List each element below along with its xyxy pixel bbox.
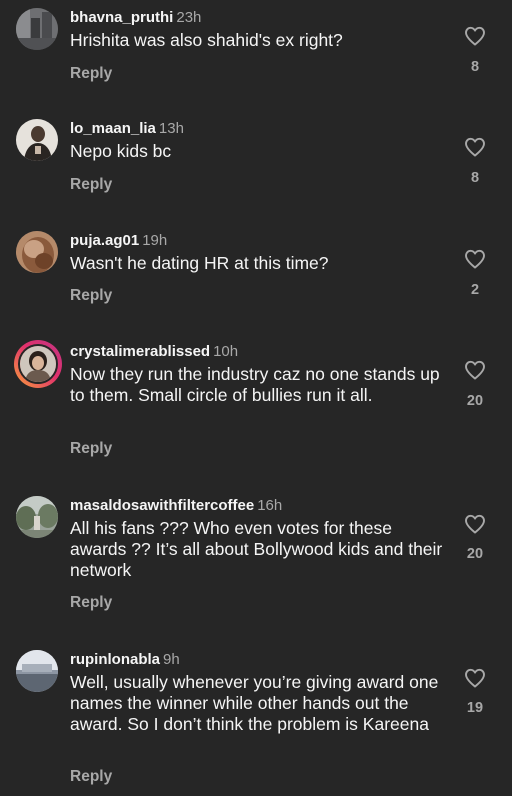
comment-text: Nepo kids bc (70, 141, 172, 161)
avatar-image (16, 8, 58, 50)
like-count: 8 (470, 59, 480, 75)
avatar-image (16, 119, 58, 161)
comment-meta: bhavna_pruthi 23h (70, 8, 201, 28)
heart-outline-icon[interactable] (463, 135, 487, 159)
comment-timestamp: 9h (163, 651, 180, 668)
reply-button[interactable]: Reply (70, 175, 112, 195)
heart-outline-icon[interactable] (463, 358, 487, 382)
reply-button[interactable]: Reply (70, 767, 112, 787)
comment-text: Now they run the industry caz no one sta… (70, 364, 440, 405)
comment-username[interactable]: lo_maan_lia (70, 120, 156, 137)
like-count: 19 (466, 700, 484, 716)
like-count: 2 (470, 282, 480, 298)
comment-meta: rupinlonabla 9h (70, 650, 180, 670)
avatar-image (20, 346, 56, 382)
heart-outline-icon[interactable] (463, 666, 487, 690)
comment-timestamp: 10h (213, 343, 239, 360)
comment-username[interactable]: crystalimerablissed (70, 343, 210, 360)
avatar-image (16, 231, 58, 273)
like-count: 20 (466, 546, 484, 562)
avatar[interactable] (16, 496, 58, 538)
reply-button[interactable]: Reply (70, 64, 112, 84)
comment-meta: crystalimerablissed 10h (70, 342, 238, 362)
avatar[interactable] (16, 231, 58, 273)
comment-username[interactable]: rupinlonabla (70, 651, 160, 668)
avatar-image (16, 650, 58, 692)
avatar-story-ring (18, 344, 58, 384)
comment-text: Well, usually whenever you’re giving awa… (70, 672, 439, 734)
avatar[interactable] (16, 8, 58, 50)
like-count: 20 (466, 393, 484, 409)
reply-button[interactable]: Reply (70, 286, 112, 306)
comment-username[interactable]: bhavna_pruthi (70, 9, 173, 26)
avatar[interactable] (14, 340, 62, 388)
comment-username[interactable]: masaldosawithfiltercoffee (70, 497, 254, 514)
heart-outline-icon[interactable] (463, 512, 487, 536)
reply-button[interactable]: Reply (70, 439, 112, 459)
comment-timestamp: 16h (257, 497, 283, 514)
comment-timestamp: 19h (142, 232, 168, 249)
comment-text: Hrishita was also shahid's ex right? (70, 30, 343, 50)
reply-button[interactable]: Reply (70, 593, 112, 613)
comment-username[interactable]: puja.ag01 (70, 232, 139, 249)
heart-outline-icon[interactable] (463, 24, 487, 48)
comment-meta: lo_maan_lia 13h (70, 119, 184, 139)
comment-meta: masaldosawithfiltercoffee 16h (70, 496, 282, 516)
comment-timestamp: 13h (158, 120, 184, 137)
avatar-image (16, 496, 58, 538)
avatar[interactable] (16, 650, 58, 692)
comment-timestamp: 23h (176, 9, 202, 26)
comment-meta: puja.ag01 19h (70, 231, 167, 251)
comment-text: Wasn't he dating HR at this time? (70, 253, 329, 273)
heart-outline-icon[interactable] (463, 247, 487, 271)
comment-text: All his fans ??? Who even votes for thes… (70, 518, 443, 580)
like-count: 8 (470, 170, 480, 186)
avatar[interactable] (16, 119, 58, 161)
